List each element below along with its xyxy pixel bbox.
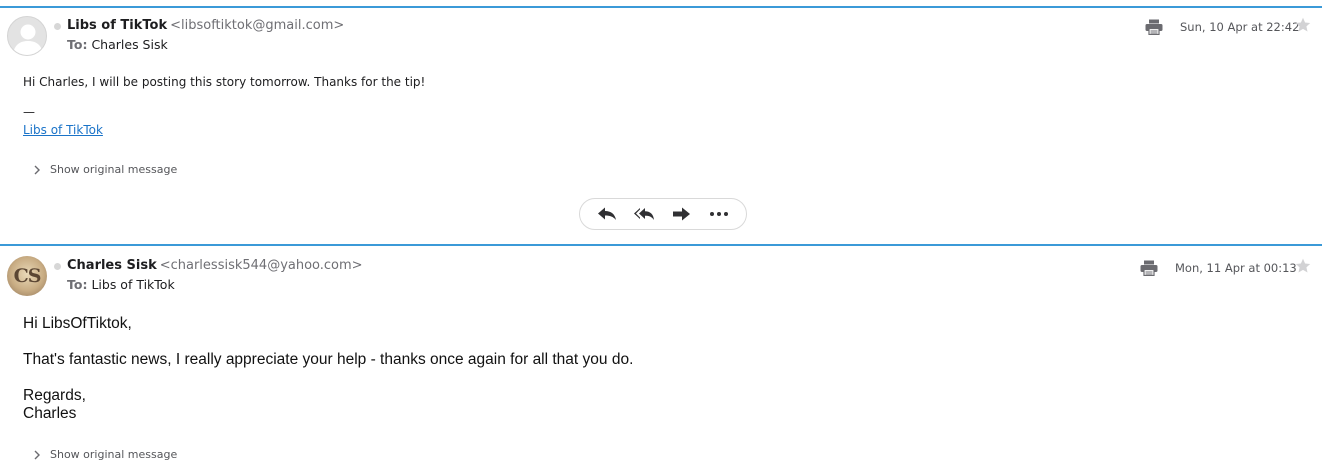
to-label: To: — [67, 37, 88, 52]
from-line: Charles Sisk <charlessisk544@yahoo.com> — [67, 258, 363, 273]
show-original-message[interactable]: Show original message — [33, 448, 177, 461]
reply-all-icon — [634, 208, 655, 220]
avatar[interactable]: CS — [7, 256, 47, 296]
sender-email[interactable]: <charlessisk544@yahoo.com> — [160, 258, 363, 273]
forward-icon — [672, 207, 690, 221]
print-icon[interactable] — [1145, 19, 1163, 35]
print-icon[interactable] — [1140, 260, 1158, 276]
avatar[interactable] — [7, 16, 47, 56]
star-icon[interactable] — [1295, 258, 1311, 274]
message-date: Sun, 10 Apr at 22:42 — [1180, 20, 1300, 34]
recipient-name[interactable]: Libs of TikTok — [91, 277, 174, 292]
message-regards: Regards, — [23, 387, 86, 404]
sender-name[interactable]: Libs of TikTok — [67, 18, 167, 33]
chevron-right-icon — [34, 165, 40, 174]
message-paragraph: That's fantastic news, I really apprecia… — [23, 351, 634, 368]
default-person-icon — [13, 24, 43, 55]
show-original-message[interactable]: Show original message — [33, 163, 177, 176]
avatar-initials: CS — [13, 265, 42, 287]
show-original-label: Show original message — [50, 163, 178, 176]
message-body-text: Hi Charles, I will be posting this story… — [23, 75, 426, 89]
sender-name[interactable]: Charles Sisk — [67, 258, 157, 273]
to-label: To: — [67, 277, 88, 292]
reply-button[interactable] — [592, 202, 622, 226]
signature-link[interactable]: Libs of TikTok — [23, 123, 103, 137]
from-line: Libs of TikTok <libsoftiktok@gmail.com> — [67, 18, 344, 33]
recipient-name[interactable]: Charles Sisk — [91, 37, 167, 52]
message-signoff: Charles — [23, 405, 77, 422]
to-line: To: Libs of TikTok — [67, 277, 175, 292]
message-2: CS Charles Sisk <charlessisk544@yahoo.com… — [0, 244, 1322, 464]
more-icon — [710, 212, 729, 216]
sender-email[interactable]: <libsoftiktok@gmail.com> — [170, 18, 344, 33]
reply-all-button[interactable] — [629, 202, 659, 226]
presence-indicator — [54, 263, 61, 270]
star-icon[interactable] — [1295, 17, 1311, 33]
show-original-label: Show original message — [50, 448, 178, 461]
more-button[interactable] — [704, 202, 734, 226]
chevron-right-icon — [34, 450, 40, 459]
reply-icon — [597, 207, 616, 220]
message-greeting: Hi LibsOfTiktok, — [23, 315, 132, 332]
forward-button[interactable] — [667, 202, 697, 226]
message-action-bar — [579, 198, 747, 230]
presence-indicator — [54, 23, 61, 30]
message-1: Libs of TikTok <libsoftiktok@gmail.com> T… — [0, 6, 1322, 245]
signature-separator: — — [23, 105, 35, 119]
message-date: Mon, 11 Apr at 00:13 — [1175, 261, 1297, 275]
to-line: To: Charles Sisk — [67, 37, 168, 52]
